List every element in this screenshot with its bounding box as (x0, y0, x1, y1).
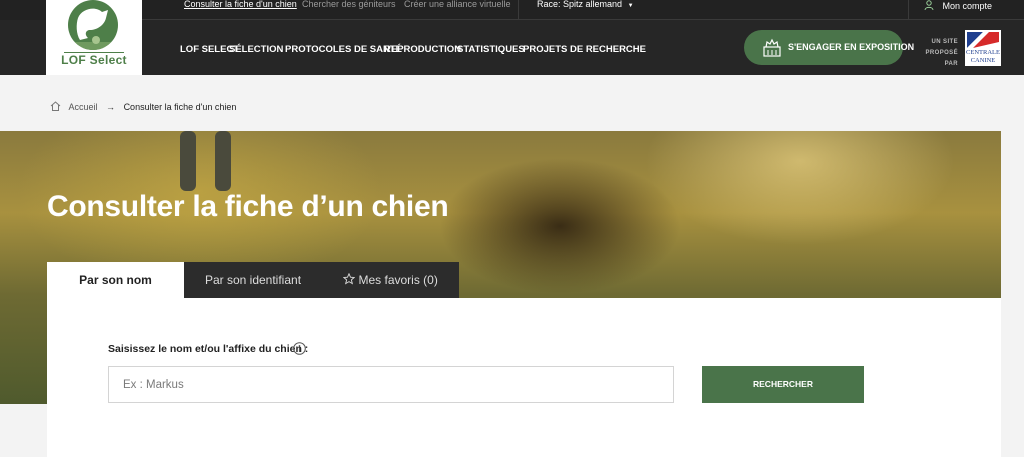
toplink-creer-alliance[interactable]: Créer une alliance virtuelle (404, 0, 511, 20)
exposition-cta-button[interactable]: S'ENGAGER EN EXPOSITION (744, 30, 914, 65)
page-title: Consulter la fiche d’un chien (47, 190, 449, 223)
centrale-canine-logo[interactable]: CENTRALE CANINE (965, 30, 1001, 66)
account-label: Mon compte (942, 1, 993, 11)
breadcrumb-current: Consulter la fiche d'un chien (123, 102, 237, 112)
lof-select-logo[interactable]: LOF Select (46, 0, 142, 75)
cta-label: S'ENGAGER EN EXPOSITION (788, 42, 915, 52)
partner-line-2: PROPOSÉ PAR (925, 50, 958, 67)
trophy-dogs-icon (763, 38, 781, 57)
top-divider (908, 0, 909, 20)
logo-text: LOF Select (61, 53, 127, 67)
race-selector-label: Race: Spitz allemand (537, 0, 623, 9)
partner-line-1: UN SITE (931, 39, 958, 45)
breadcrumb-arrow: → (106, 102, 116, 112)
nav-selection[interactable]: SÉLECTION (229, 44, 283, 55)
nav-reproduction[interactable]: REPRODUCTION (384, 44, 461, 55)
tab-mes-favoris[interactable]: Mes favoris (0) (322, 262, 459, 298)
breadcrumb-home[interactable]: Accueil (69, 102, 98, 112)
user-icon (924, 0, 934, 11)
centrale-canine-flag-icon (967, 32, 999, 48)
dog-name-search-input[interactable] (108, 366, 674, 403)
star-icon (342, 272, 356, 285)
nav-statistiques[interactable]: STATISTIQUES (457, 44, 525, 55)
search-button[interactable]: RECHERCHER (702, 366, 864, 403)
chevron-down-icon: ▼ (627, 3, 634, 9)
top-divider (518, 0, 519, 20)
centrale-canine-text: CENTRALE CANINE (966, 49, 1000, 64)
search-label: Saisissez le nom et/ou l'affixe du chien… (108, 343, 309, 355)
hero-photo-detail (215, 131, 231, 191)
top-utility-bar (0, 0, 1024, 20)
info-icon[interactable] (293, 342, 306, 355)
race-selector[interactable]: Race: Spitz allemand ▼ (537, 0, 634, 20)
dog-emblem-icon (68, 0, 118, 50)
nav-projets-recherche[interactable]: PROJETS DE RECHERCHE (523, 44, 646, 55)
hero-photo-detail (180, 131, 196, 191)
account-link[interactable]: Mon compte (924, 0, 992, 20)
tab-mes-favoris-label: Mes favoris (0) (358, 273, 438, 287)
home-icon[interactable] (50, 101, 61, 111)
tab-par-son-nom[interactable]: Par son nom (47, 262, 184, 298)
partner-caption: UN SITE PROPOSÉ PAR (916, 37, 958, 70)
toplink-consulter-fiche[interactable]: Consulter la fiche d'un chien (184, 0, 297, 20)
breadcrumb: Accueil → Consulter la fiche d'un chien (50, 101, 236, 115)
toplink-chercher-geniteurs[interactable]: Chercher des géniteurs (302, 0, 396, 20)
tab-par-son-identifiant[interactable]: Par son identifiant (184, 262, 322, 298)
